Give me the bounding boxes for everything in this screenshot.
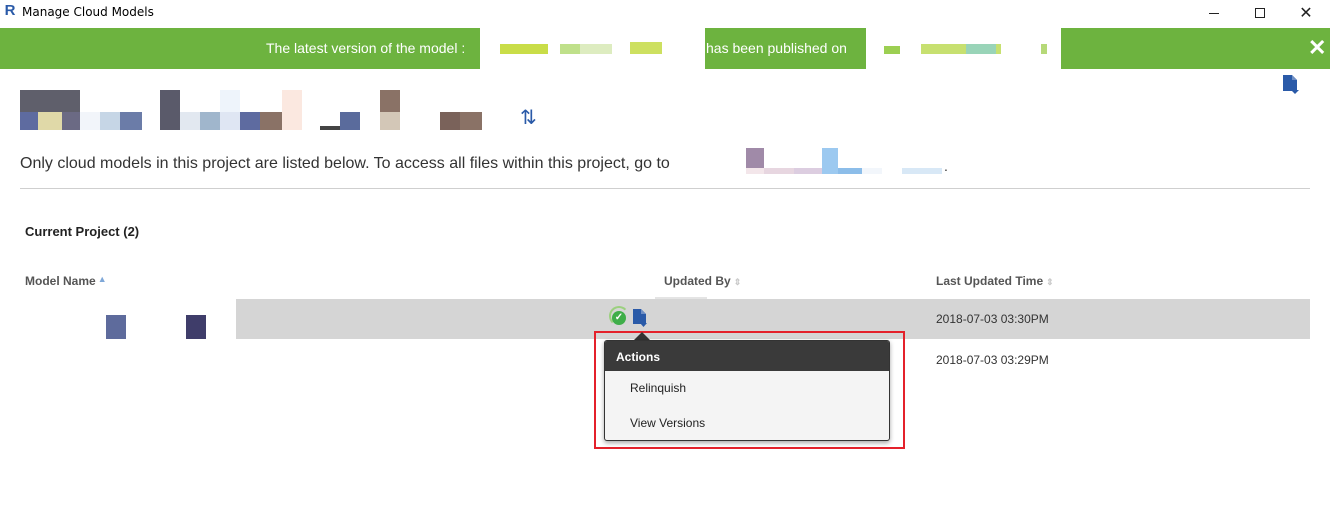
- redacted-publish-date: [866, 28, 1061, 69]
- window-title: Manage Cloud Models: [22, 5, 154, 19]
- maximize-button[interactable]: [1237, 0, 1283, 26]
- info-suffix: .: [944, 158, 948, 174]
- close-icon: ✕: [1299, 3, 1313, 22]
- refresh-icon[interactable]: ⇅: [520, 105, 542, 129]
- check-circle-icon: ✓: [612, 311, 626, 325]
- publish-notification-banner: The latest version of the model : has be…: [0, 28, 1330, 69]
- project-files-link-redacted[interactable]: [746, 148, 946, 174]
- revit-app-icon: R: [4, 2, 16, 19]
- minimize-button[interactable]: [1191, 0, 1237, 26]
- last-updated-time: 2018-07-03 03:29PM: [936, 353, 1049, 367]
- divider: [20, 188, 1310, 189]
- document-download-icon[interactable]: [1281, 74, 1299, 96]
- document-download-icon[interactable]: [632, 308, 648, 328]
- section-title: Current Project (2): [25, 224, 140, 239]
- actions-menu-title: Actions: [605, 341, 889, 371]
- title-bar: R Manage Cloud Models ✕: [0, 0, 1330, 26]
- column-header-model-name[interactable]: Model Name ▲: [25, 274, 107, 288]
- column-header-updated-by[interactable]: Updated By ⇕: [664, 274, 741, 288]
- last-updated-time: 2018-07-03 03:30PM: [936, 312, 1049, 326]
- maximize-icon: [1255, 8, 1265, 18]
- sort-icon: ⇕: [1046, 277, 1054, 287]
- project-name-redacted: [20, 90, 490, 130]
- banner-close-icon[interactable]: ✕: [1308, 37, 1326, 59]
- banner-text-start: The latest version of the model :: [266, 40, 466, 56]
- actions-menu: Actions Relinquish View Versions: [604, 340, 890, 441]
- window-close-button[interactable]: ✕: [1283, 0, 1329, 26]
- redacted-model-name: [480, 28, 705, 69]
- info-text: Only cloud models in this project are li…: [20, 155, 670, 172]
- sort-icon: ⇕: [733, 277, 742, 287]
- menu-item-view-versions[interactable]: View Versions: [605, 406, 889, 441]
- column-header-last-updated-time[interactable]: Last Updated Time ⇕: [936, 274, 1054, 288]
- popup-arrow: [634, 332, 650, 340]
- banner-text-end: has been published on: [706, 40, 847, 56]
- model-name-redacted: [0, 291, 236, 339]
- minimize-icon: [1209, 12, 1219, 14]
- menu-item-relinquish[interactable]: Relinquish: [605, 371, 889, 406]
- sort-ascending-icon: ▲: [97, 274, 107, 284]
